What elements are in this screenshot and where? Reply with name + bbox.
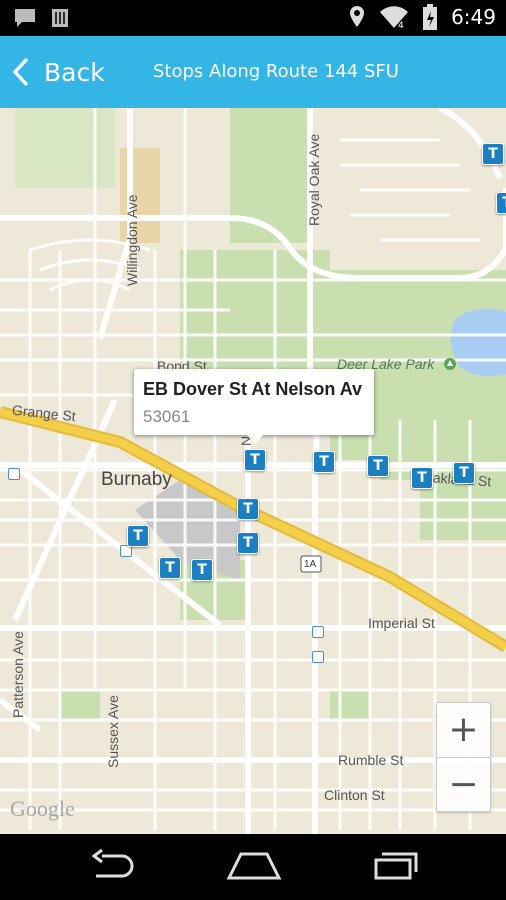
back-label: Back xyxy=(44,57,105,87)
minor-stop-marker[interactable] xyxy=(312,651,324,663)
svg-text:4: 4 xyxy=(398,21,404,29)
battery-icon xyxy=(423,4,438,30)
nav-back-icon xyxy=(91,848,134,878)
info-window-stop-number: 53061 xyxy=(143,407,191,426)
info-window-pointer xyxy=(246,434,264,444)
street-label-clinton: Clinton St xyxy=(324,787,385,803)
stop-marker[interactable]: T xyxy=(313,451,335,473)
notification-icon xyxy=(15,9,35,27)
street-label-royal-oak: Royal Oak Ave xyxy=(306,133,322,226)
stop-marker[interactable]: T xyxy=(237,498,259,520)
stop-marker[interactable]: T xyxy=(191,559,213,581)
highway-shield-label: 1A xyxy=(304,559,317,570)
nav-home-icon xyxy=(226,852,282,880)
clock: 6:49 xyxy=(451,5,496,29)
stop-marker[interactable]: T xyxy=(482,143,504,165)
place-label-burnaby: Burnaby xyxy=(101,469,172,490)
stop-marker[interactable]: T xyxy=(159,557,181,579)
minor-stop-marker[interactable] xyxy=(312,626,324,638)
sim-icon xyxy=(52,9,68,27)
nav-home-button[interactable] xyxy=(226,848,282,886)
map-view[interactable]: Royal Oak Ave Willingdon Ave Bond St Gra… xyxy=(0,108,506,834)
zoom-out-button[interactable]: − xyxy=(437,758,490,812)
street-label-sussex: Sussex Ave xyxy=(105,695,121,768)
street-label-rumble: Rumble St xyxy=(338,752,404,768)
street-label-imperial: Imperial St xyxy=(368,615,435,631)
park-icon xyxy=(444,358,456,370)
zoom-controls: + − xyxy=(436,702,491,812)
stop-marker[interactable]: T xyxy=(367,455,389,477)
page-title: Stops Along Route 144 SFU xyxy=(153,61,399,82)
info-window-stop-name: EB Dover St At Nelson Av xyxy=(143,379,363,399)
stop-marker[interactable]: T xyxy=(453,462,475,484)
status-bar: 4 6:49 xyxy=(0,0,506,36)
stop-marker-selected[interactable]: T xyxy=(244,449,266,471)
wifi-icon: 4 xyxy=(380,6,409,29)
nav-recents-icon xyxy=(374,852,418,880)
back-button[interactable]: Back xyxy=(12,36,105,108)
zoom-in-button[interactable]: + xyxy=(437,703,490,757)
action-bar: Back Stops Along Route 144 SFU xyxy=(0,36,506,108)
location-icon xyxy=(350,6,365,27)
minor-stop-marker[interactable] xyxy=(8,468,20,480)
back-chevron-icon xyxy=(12,57,29,87)
google-attribution: Google xyxy=(10,796,75,821)
nav-back-button[interactable] xyxy=(88,848,138,886)
stop-marker[interactable]: T xyxy=(237,532,259,554)
nav-recents-button[interactable] xyxy=(372,848,420,886)
stop-marker[interactable]: T xyxy=(127,525,149,547)
street-label-willingdon: Willingdon Ave xyxy=(124,194,140,286)
stop-info-window[interactable]: EB Dover St At Nelson Av 53061 xyxy=(134,369,374,435)
stop-marker[interactable]: T xyxy=(496,192,506,214)
street-label-patterson: Patterson Ave xyxy=(10,631,26,718)
stop-marker[interactable]: T xyxy=(411,467,433,489)
system-nav-bar xyxy=(0,834,506,900)
